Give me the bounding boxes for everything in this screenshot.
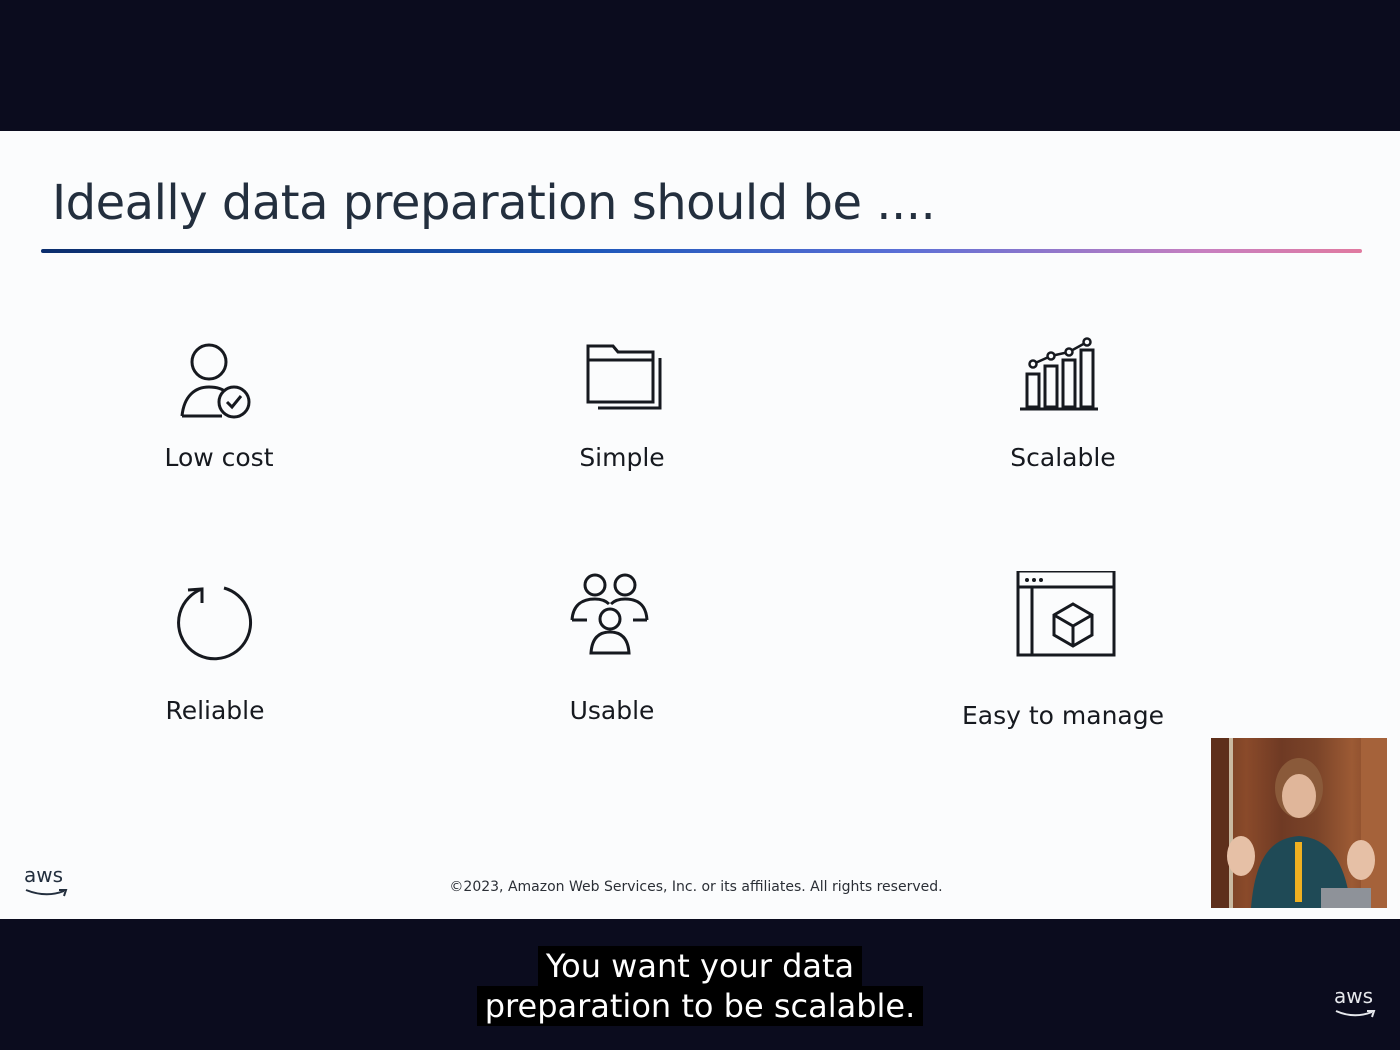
speaker-video-thumbnail <box>1211 738 1387 908</box>
feature-label: Usable <box>569 696 655 725</box>
bar-chart-trend-icon <box>1008 336 1118 436</box>
feature-simple: Simple <box>472 336 772 496</box>
presentation-slide: Ideally data preparation should be .... … <box>0 131 1400 919</box>
feature-low-cost: Low cost <box>70 336 370 496</box>
feature-label: Scalable <box>1010 443 1116 472</box>
refresh-circle-icon <box>160 576 270 676</box>
feature-scalable: Scalable <box>913 336 1213 496</box>
feature-label: Easy to manage <box>961 701 1164 730</box>
slide-title: Ideally data preparation should be .... <box>52 175 936 231</box>
video-caption: You want your data preparation to be sca… <box>0 946 1400 1026</box>
feature-label: Low cost <box>164 443 274 472</box>
feature-reliable: Reliable <box>65 576 365 736</box>
title-divider <box>41 249 1362 253</box>
users-group-icon <box>557 571 667 671</box>
feature-label: Reliable <box>165 696 265 725</box>
aws-watermark-text: aws <box>1334 984 1374 1008</box>
video-letterbox-top <box>0 0 1400 131</box>
browser-cube-icon <box>1008 571 1118 671</box>
aws-watermark: aws <box>1334 986 1382 1020</box>
feature-easy-to-manage: Easy to manage <box>913 571 1213 731</box>
caption-line-1: You want your data <box>537 946 863 986</box>
feature-label: Simple <box>579 443 665 472</box>
user-check-icon <box>165 336 275 436</box>
copyright-notice: ©2023, Amazon Web Services, Inc. or its … <box>449 879 943 895</box>
caption-line-2: preparation to be scalable. <box>476 986 924 1026</box>
feature-usable: Usable <box>462 571 762 731</box>
folder-icon <box>567 336 677 436</box>
aws-smile-icon <box>1335 1010 1376 1018</box>
